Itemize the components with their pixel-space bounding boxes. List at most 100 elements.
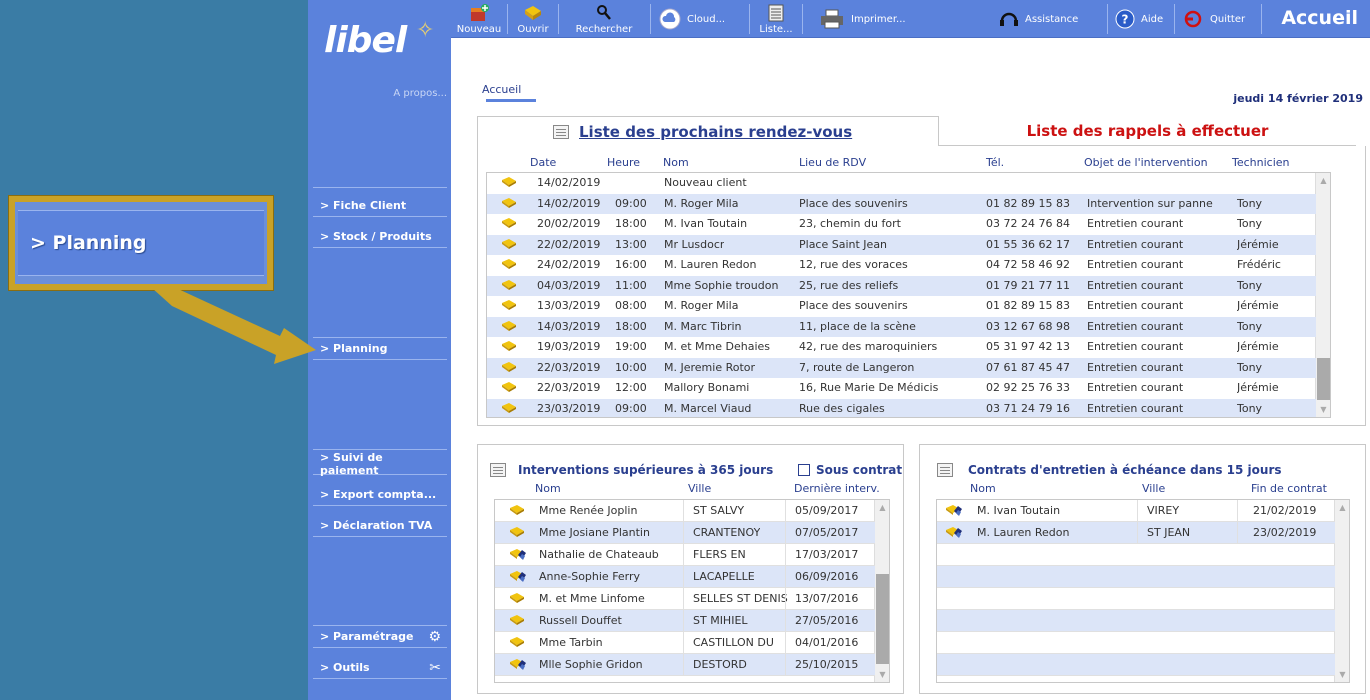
scroll-thumb[interactable] [1317, 358, 1330, 400]
table-row[interactable]: 22/03/2019 10:00 M. Jeremie Rotor 7, route … [487, 357, 1316, 378]
table-row[interactable]: 22/03/2019 12:00 Mallory Bonami 16, Rue Mar… [487, 378, 1316, 399]
table-cell: Tony [1237, 319, 1263, 333]
sidebar-item-export-compta[interactable]: > Export compta... [313, 484, 447, 506]
column-separator [785, 588, 786, 609]
table-row[interactable]: 22/02/2019 13:00 Mr Lusdocr Place Saint Jea… [487, 234, 1316, 255]
table-cell: 03 72 24 76 84 [986, 217, 1070, 230]
contrats-scrollbar[interactable]: ▲ ▼ [1334, 500, 1349, 682]
calendar-entry-icon [501, 197, 517, 209]
table-cell: 14/02/2019 [537, 196, 601, 210]
column-separator [683, 544, 684, 565]
rdv-scrollbar[interactable]: ▲ ▼ [1315, 173, 1330, 417]
table-row[interactable]: Mlle Sophie Gridon DESTORD 25/10/2015 [495, 654, 875, 676]
table-row[interactable]: M. Ivan Toutain VIREY 21/02/2019 [937, 500, 1335, 522]
separator [1174, 4, 1175, 34]
table-row[interactable]: 14/03/2019 18:00 M. Marc Tibrin 11, place d… [487, 316, 1316, 337]
table-row[interactable]: Russell Douffet ST MIHIEL 27/05/2016 [495, 610, 875, 632]
sidebar-item-label: > Outils [320, 661, 370, 674]
table-row[interactable]: Mme Renée Joplin ST SALVY 05/09/2017 [495, 500, 875, 522]
sidebar-item-label: > Fiche Client [320, 199, 407, 212]
sidebar-item-parametrage[interactable]: > Paramétrage ⚙ [313, 626, 447, 648]
tab-rappels[interactable]: Liste des rappels à effectuer [939, 116, 1356, 146]
contrats-table[interactable]: ▲ ▼ M. Ivan Toutain VIREY 21/02/2019 M. Lau… [936, 499, 1350, 683]
scroll-up-icon[interactable]: ▲ [875, 500, 889, 515]
table-row[interactable]: 13/03/2019 08:00 M. Roger Mila Place des so… [487, 296, 1316, 317]
scroll-up-icon[interactable]: ▲ [1335, 500, 1349, 515]
liste-label: Liste... [759, 24, 793, 35]
scroll-thumb[interactable] [876, 574, 889, 664]
quitter-button[interactable]: Quitter [1182, 0, 1258, 38]
column-header[interactable]: Nom [535, 482, 561, 495]
tab-prochains-rdv[interactable]: Liste des prochains rendez-vous [477, 116, 939, 146]
table-cell: 01 79 21 77 11 [986, 278, 1070, 292]
table-cell: Entretien courant [1087, 217, 1184, 230]
apropos-link[interactable]: A propos... [393, 88, 447, 99]
assistance-button[interactable]: Assistance [999, 0, 1103, 38]
column-header[interactable]: Lieu de RDV [799, 156, 866, 169]
table-row[interactable]: M. Lauren Redon ST JEAN 23/02/2019 [937, 522, 1335, 544]
sidebar-item-planning[interactable]: > Planning [313, 338, 447, 360]
table-cell: 07 61 87 45 47 [986, 360, 1070, 374]
sidebar-item-suivi-paiement[interactable]: > Suivi de paiement [313, 451, 447, 477]
imprimer-button[interactable]: Imprimer... [819, 0, 929, 38]
nouveau-button[interactable]: Nouveau [455, 0, 503, 38]
table-row[interactable]: 19/03/2019 19:00 M. et Mme Dehaies 42, rue … [487, 337, 1316, 358]
column-header[interactable]: Dernière interv. [794, 482, 880, 495]
table-cell: Nouveau client [664, 176, 747, 189]
sidebar-item-label: > Planning [320, 342, 388, 355]
callout-arrow-icon [152, 288, 316, 364]
table-row[interactable]: Mme Josiane Plantin CRANTENOY 07/05/2017 [495, 522, 875, 544]
scroll-down-icon[interactable]: ▼ [1335, 667, 1349, 682]
liste-button[interactable]: Liste... [756, 0, 796, 38]
table-row[interactable]: Anne-Sophie Ferry LACAPELLE 06/09/2016 [495, 566, 875, 588]
scroll-down-icon[interactable]: ▼ [1316, 402, 1330, 417]
sidebar-item-stock[interactable]: > Stock / Produits [313, 226, 447, 248]
table-row[interactable]: Mme Tarbin CASTILLON DU 04/01/2016 [495, 632, 875, 654]
table-row[interactable]: 23/03/2019 09:00 M. Marcel Viaud Rue des ci… [487, 398, 1316, 417]
table-row[interactable]: M. et Mme Linfome SELLES ST DENIS 13/07/20… [495, 588, 875, 610]
column-header[interactable]: Ville [688, 482, 711, 495]
table-cell: 14/02/2019 [537, 176, 601, 189]
rechercher-button[interactable]: Rechercher [562, 0, 646, 38]
table-cell: 12:00 [615, 381, 647, 394]
breadcrumb[interactable]: Accueil [482, 83, 521, 96]
column-header[interactable]: Nom [970, 482, 996, 495]
table-row[interactable]: 20/02/2019 18:00 M. Ivan Toutain 23, chemin… [487, 214, 1316, 235]
column-header[interactable]: Tél. [986, 156, 1004, 169]
interventions-scrollbar[interactable]: ▲ ▼ [874, 500, 889, 682]
table-row[interactable]: 14/02/2019 Nouveau client [487, 173, 1316, 194]
scroll-up-icon[interactable]: ▲ [1316, 173, 1330, 188]
column-header[interactable]: Heure [607, 156, 640, 169]
cloud-label: Cloud... [687, 13, 726, 25]
column-header[interactable]: Date [530, 156, 556, 169]
scroll-down-icon[interactable]: ▼ [875, 667, 889, 682]
sidebar-item-declaration-tva[interactable]: > Déclaration TVA [313, 515, 447, 537]
aide-button[interactable]: ? Aide [1115, 0, 1171, 38]
cloud-button[interactable]: Cloud... [659, 0, 744, 38]
ouvrir-button[interactable]: Ouvrir [511, 0, 555, 38]
table-row[interactable]: Nathalie de Chateaub FLERS EN 17/03/2017 [495, 544, 875, 566]
column-header[interactable]: Fin de contrat [1251, 482, 1327, 495]
checkbox[interactable] [798, 464, 810, 476]
table-cell: Jérémie [1237, 237, 1279, 251]
table-row[interactable]: 24/02/2019 16:00 M. Lauren Redon 12, rue de… [487, 255, 1316, 276]
column-header[interactable]: Ville [1142, 482, 1165, 495]
column-separator [785, 522, 786, 543]
sous-contrat-checkbox[interactable]: Sous contrat [798, 463, 902, 477]
rdv-table[interactable]: ▲ ▼ 14/02/2019 Nouveau client 14/02/2019 09… [486, 172, 1331, 418]
table-cell: 13/07/2016 [795, 592, 859, 605]
table-cell: Entretien courant [1087, 278, 1184, 292]
panel-title: Contrats d'entretien à échéance dans 15 … [968, 463, 1282, 477]
table-row[interactable]: 14/02/2019 09:00 M. Roger Mila Place des so… [487, 193, 1316, 214]
column-header[interactable]: Technicien [1232, 156, 1290, 169]
interventions-table[interactable]: ▲ ▼ Mme Renée Joplin ST SALVY 05/09/2017 Mm… [494, 499, 890, 683]
column-header[interactable]: Objet de l'intervention [1084, 156, 1208, 169]
table-row[interactable]: 04/03/2019 11:00 Mme Sophie troudon 25, rue… [487, 275, 1316, 296]
callout-inner: > Planning [18, 210, 264, 276]
sidebar-item-fiche-client[interactable]: > Fiche Client [313, 195, 447, 217]
sidebar-item-outils[interactable]: > Outils ✂ [313, 657, 447, 679]
calendar-entry-icon [501, 361, 517, 373]
table-cell: Mallory Bonami [664, 381, 750, 394]
table-cell: M. et Mme Linfome [539, 592, 645, 605]
column-header[interactable]: Nom [663, 156, 689, 169]
